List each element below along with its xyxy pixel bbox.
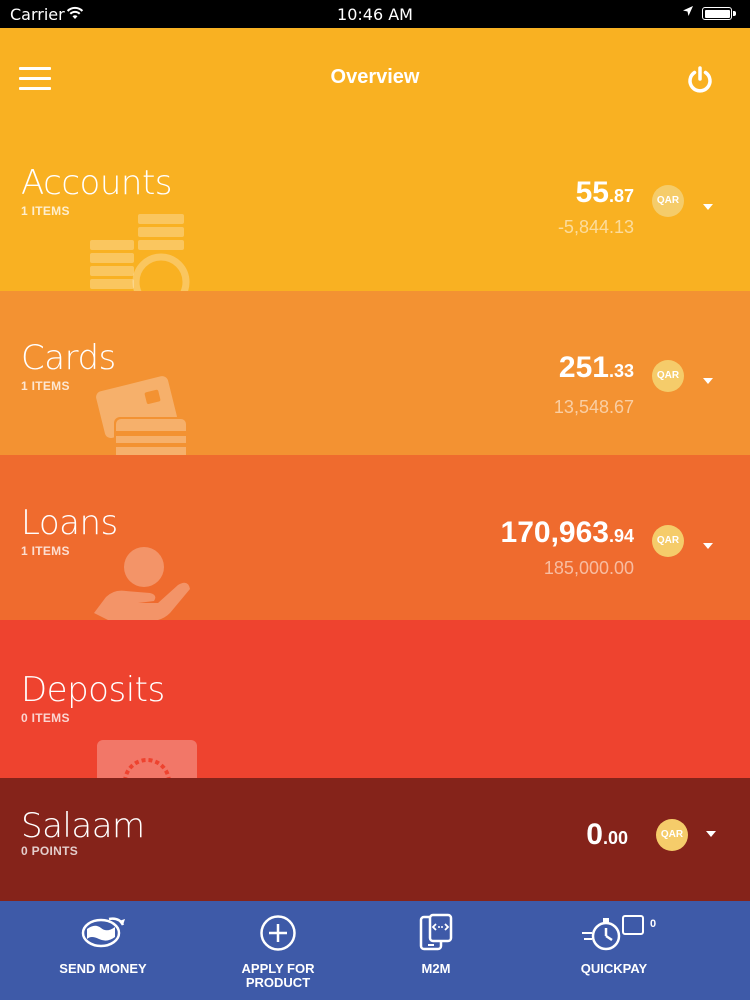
accounts-secondary-amount: -5,844.13 bbox=[557, 217, 634, 237]
coins-icon bbox=[90, 214, 190, 291]
accounts-section[interactable]: Accounts 1 ITEMS 55.87 -5,844.13 QAR bbox=[0, 128, 750, 291]
chevron-down-icon[interactable] bbox=[706, 831, 716, 837]
plus-circle-icon bbox=[260, 915, 296, 951]
bottom-tab-bar: SEND MONEY APPLY FOR PRODUCT M2M 0 QUICK… bbox=[0, 901, 750, 1000]
power-icon[interactable] bbox=[684, 64, 716, 96]
stopwatch-icon bbox=[582, 915, 644, 951]
salaam-points: 0 POINTS bbox=[21, 844, 79, 858]
accounts-balance: 55.87 bbox=[576, 176, 634, 210]
loans-secondary-amount: 185,000.00 bbox=[543, 558, 634, 578]
tab-label: SEND MONEY bbox=[59, 961, 147, 976]
tab-quickpay[interactable]: 0 QUICKPAY bbox=[566, 901, 662, 1000]
deposits-title: Deposits bbox=[21, 670, 165, 710]
quickpay-badge: 0 bbox=[649, 918, 657, 930]
status-time: 10:46 AM bbox=[337, 5, 413, 24]
cards-balance-dec: .33 bbox=[608, 361, 634, 381]
battery-icon bbox=[702, 7, 736, 20]
hand-coin-icon bbox=[94, 547, 190, 620]
tab-label: QUICKPAY bbox=[580, 961, 648, 976]
top-navigation-bar: Overview bbox=[0, 28, 750, 128]
salaam-balance-dec: .00 bbox=[602, 828, 628, 848]
cards-icon bbox=[96, 376, 188, 455]
chevron-down-icon[interactable] bbox=[703, 204, 713, 210]
salaam-balance: 0.00 bbox=[586, 818, 628, 852]
deposits-item-count: 0 ITEMS bbox=[21, 711, 70, 725]
cards-item-count: 1 ITEMS bbox=[21, 379, 70, 393]
phone-transfer-icon bbox=[419, 913, 453, 951]
cards-secondary-amount: 13,548.67 bbox=[553, 397, 634, 417]
cards-section[interactable]: Cards 1 ITEMS 251.33 13,548.67 QAR bbox=[0, 291, 750, 455]
accounts-balance-int: 55 bbox=[575, 176, 609, 209]
currency-badge: QAR bbox=[652, 360, 684, 392]
status-bar: Carrier 10:46 AM bbox=[0, 0, 750, 28]
globe-transfer-icon bbox=[81, 917, 125, 948]
salaam-balance-int: 0 bbox=[586, 818, 603, 851]
loans-item-count: 1 ITEMS bbox=[21, 544, 70, 558]
tab-label: M2M bbox=[421, 961, 451, 976]
cards-title: Cards bbox=[21, 338, 116, 378]
loans-balance-dec: .94 bbox=[608, 526, 634, 546]
loans-title: Loans bbox=[21, 503, 118, 543]
cards-balance-int: 251 bbox=[558, 351, 609, 384]
salaam-section[interactable]: Salaam 0 POINTS 0.00 QAR bbox=[0, 778, 750, 901]
salaam-title: Salaam bbox=[21, 806, 145, 846]
chevron-down-icon[interactable] bbox=[703, 543, 713, 549]
accounts-item-count: 1 ITEMS bbox=[21, 204, 70, 218]
currency-badge: QAR bbox=[652, 525, 684, 557]
tab-m2m[interactable]: M2M bbox=[398, 901, 474, 1000]
tab-label: APPLY FOR PRODUCT bbox=[241, 961, 315, 990]
cards-balance: 251.33 bbox=[559, 351, 634, 385]
location-arrow-icon bbox=[682, 5, 694, 21]
safe-icon bbox=[97, 740, 197, 780]
deposits-section[interactable]: Deposits 0 ITEMS bbox=[0, 620, 750, 780]
currency-badge: QAR bbox=[656, 819, 688, 851]
currency-badge: QAR bbox=[652, 185, 684, 217]
loans-section[interactable]: Loans 1 ITEMS 170,963.94 185,000.00 QAR bbox=[0, 455, 750, 620]
accounts-title: Accounts bbox=[21, 163, 173, 203]
page-title: Overview bbox=[330, 66, 420, 88]
loans-balance: 170,963.94 bbox=[501, 516, 634, 550]
tab-send-money[interactable]: SEND MONEY bbox=[30, 901, 176, 1000]
tab-apply-for-product[interactable]: APPLY FOR PRODUCT bbox=[230, 901, 326, 1000]
accounts-balance-dec: .87 bbox=[608, 186, 634, 206]
loans-balance-int: 170,963 bbox=[500, 516, 609, 549]
chevron-down-icon[interactable] bbox=[703, 378, 713, 384]
